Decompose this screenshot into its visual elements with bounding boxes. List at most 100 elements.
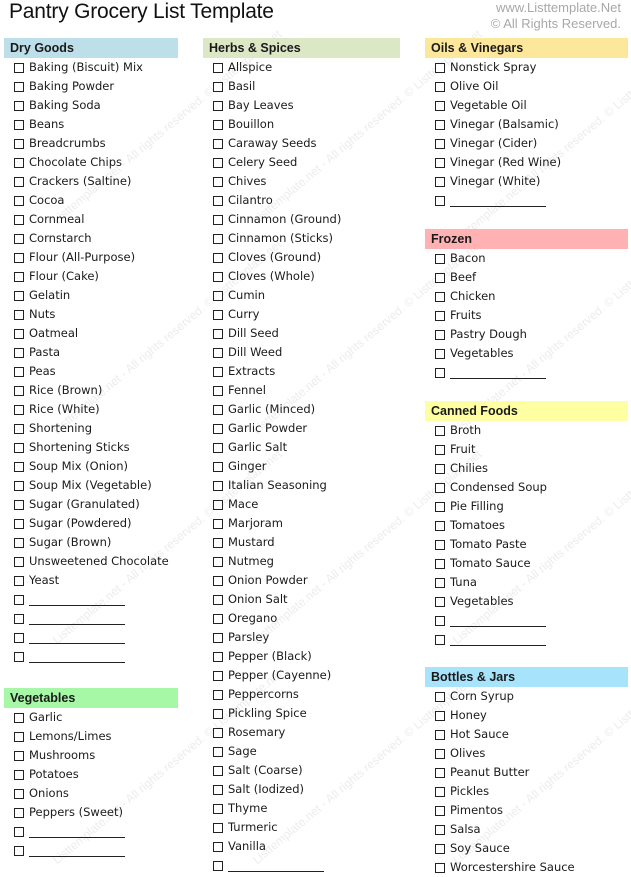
- checklist-item[interactable]: Onion Powder: [203, 571, 400, 590]
- checkbox-icon[interactable]: [435, 176, 445, 187]
- checkbox-icon[interactable]: [435, 558, 445, 569]
- checkbox-icon[interactable]: [14, 556, 24, 567]
- checkbox-icon[interactable]: [14, 252, 24, 263]
- checklist-item[interactable]: Vanilla: [203, 837, 400, 856]
- checkbox-icon[interactable]: [435, 463, 445, 474]
- checklist-item[interactable]: Honey: [425, 706, 628, 725]
- checklist-item[interactable]: Vegetable Oil: [425, 96, 628, 115]
- checkbox-icon[interactable]: [213, 176, 223, 187]
- checklist-item[interactable]: Nutmeg: [203, 552, 400, 571]
- checklist-item[interactable]: Parsley: [203, 628, 400, 647]
- checklist-item-blank[interactable]: [425, 363, 628, 382]
- checklist-item[interactable]: Yeast: [4, 571, 178, 590]
- checkbox-icon[interactable]: [14, 613, 24, 624]
- checklist-item[interactable]: Olive Oil: [425, 77, 628, 96]
- blank-write-in-line[interactable]: [29, 827, 125, 838]
- checklist-item[interactable]: Crackers (Saltine): [4, 172, 178, 191]
- checkbox-icon[interactable]: [435, 634, 445, 645]
- checkbox-icon[interactable]: [14, 347, 24, 358]
- checklist-item[interactable]: Pickling Spice: [203, 704, 400, 723]
- checklist-item[interactable]: Baking Powder: [4, 77, 178, 96]
- checklist-item[interactable]: Bouillon: [203, 115, 400, 134]
- checkbox-icon[interactable]: [213, 423, 223, 434]
- checkbox-icon[interactable]: [14, 271, 24, 282]
- checkbox-icon[interactable]: [435, 577, 445, 588]
- checkbox-icon[interactable]: [14, 826, 24, 837]
- checklist-item[interactable]: Garlic (Minced): [203, 400, 400, 419]
- checkbox-icon[interactable]: [14, 290, 24, 301]
- checkbox-icon[interactable]: [213, 290, 223, 301]
- checkbox-icon[interactable]: [213, 119, 223, 130]
- checkbox-icon[interactable]: [435, 62, 445, 73]
- checklist-item[interactable]: Oatmeal: [4, 324, 178, 343]
- checkbox-icon[interactable]: [213, 214, 223, 225]
- checkbox-icon[interactable]: [435, 444, 445, 455]
- checklist-item[interactable]: Baking (Biscuit) Mix: [4, 58, 178, 77]
- checkbox-icon[interactable]: [435, 138, 445, 149]
- checklist-item[interactable]: Cumin: [203, 286, 400, 305]
- checklist-item[interactable]: Beans: [4, 115, 178, 134]
- blank-write-in-line[interactable]: [29, 846, 125, 857]
- checkbox-icon[interactable]: [435, 100, 445, 111]
- checklist-item[interactable]: Cinnamon (Sticks): [203, 229, 400, 248]
- checklist-item[interactable]: Cornmeal: [4, 210, 178, 229]
- checkbox-icon[interactable]: [213, 442, 223, 453]
- checkbox-icon[interactable]: [14, 712, 24, 723]
- checklist-item[interactable]: Tomatoes: [425, 516, 628, 535]
- checkbox-icon[interactable]: [213, 860, 223, 871]
- checklist-item[interactable]: Mace: [203, 495, 400, 514]
- blank-write-in-line[interactable]: [29, 614, 125, 625]
- blank-write-in-line[interactable]: [450, 635, 546, 646]
- checklist-item[interactable]: Marjoram: [203, 514, 400, 533]
- checkbox-icon[interactable]: [14, 807, 24, 818]
- checkbox-icon[interactable]: [14, 769, 24, 780]
- checkbox-icon[interactable]: [14, 328, 24, 339]
- checklist-item[interactable]: Cloves (Whole): [203, 267, 400, 286]
- checklist-item[interactable]: Vegetables: [425, 344, 628, 363]
- checklist-item[interactable]: Olives: [425, 744, 628, 763]
- checkbox-icon[interactable]: [213, 803, 223, 814]
- checklist-item[interactable]: Italian Seasoning: [203, 476, 400, 495]
- checklist-item[interactable]: Vinegar (Red Wine): [425, 153, 628, 172]
- checkbox-icon[interactable]: [435, 767, 445, 778]
- checklist-item[interactable]: Condensed Soup: [425, 478, 628, 497]
- checkbox-icon[interactable]: [213, 689, 223, 700]
- checkbox-icon[interactable]: [213, 138, 223, 149]
- checklist-item[interactable]: Shortening: [4, 419, 178, 438]
- checkbox-icon[interactable]: [435, 824, 445, 835]
- checkbox-icon[interactable]: [14, 575, 24, 586]
- checklist-item[interactable]: Vegetables: [425, 592, 628, 611]
- checkbox-icon[interactable]: [14, 632, 24, 643]
- checklist-item[interactable]: Mushrooms: [4, 746, 178, 765]
- checkbox-icon[interactable]: [14, 119, 24, 130]
- checkbox-icon[interactable]: [213, 347, 223, 358]
- checkbox-icon[interactable]: [435, 195, 445, 206]
- checklist-item[interactable]: Pimentos: [425, 801, 628, 820]
- checkbox-icon[interactable]: [435, 539, 445, 550]
- checkbox-icon[interactable]: [14, 176, 24, 187]
- checklist-item[interactable]: Sugar (Brown): [4, 533, 178, 552]
- checklist-item[interactable]: Rice (White): [4, 400, 178, 419]
- checkbox-icon[interactable]: [14, 366, 24, 377]
- checklist-item[interactable]: Chocolate Chips: [4, 153, 178, 172]
- checklist-item[interactable]: Garlic Powder: [203, 419, 400, 438]
- checkbox-icon[interactable]: [14, 480, 24, 491]
- checklist-item[interactable]: Hot Sauce: [425, 725, 628, 744]
- checklist-item[interactable]: Pepper (Cayenne): [203, 666, 400, 685]
- checklist-item[interactable]: Sage: [203, 742, 400, 761]
- checklist-item[interactable]: Peas: [4, 362, 178, 381]
- checklist-item[interactable]: Curry: [203, 305, 400, 324]
- checkbox-icon[interactable]: [213, 537, 223, 548]
- checkbox-icon[interactable]: [435, 272, 445, 283]
- checklist-item[interactable]: Nonstick Spray: [425, 58, 628, 77]
- checkbox-icon[interactable]: [435, 710, 445, 721]
- checkbox-icon[interactable]: [213, 670, 223, 681]
- checklist-item[interactable]: Vinegar (Balsamic): [425, 115, 628, 134]
- checkbox-icon[interactable]: [213, 404, 223, 415]
- blank-write-in-line[interactable]: [228, 861, 324, 872]
- checklist-item[interactable]: Thyme: [203, 799, 400, 818]
- checkbox-icon[interactable]: [213, 100, 223, 111]
- blank-write-in-line[interactable]: [29, 633, 125, 644]
- blank-write-in-line[interactable]: [29, 595, 125, 606]
- checklist-item[interactable]: Peanut Butter: [425, 763, 628, 782]
